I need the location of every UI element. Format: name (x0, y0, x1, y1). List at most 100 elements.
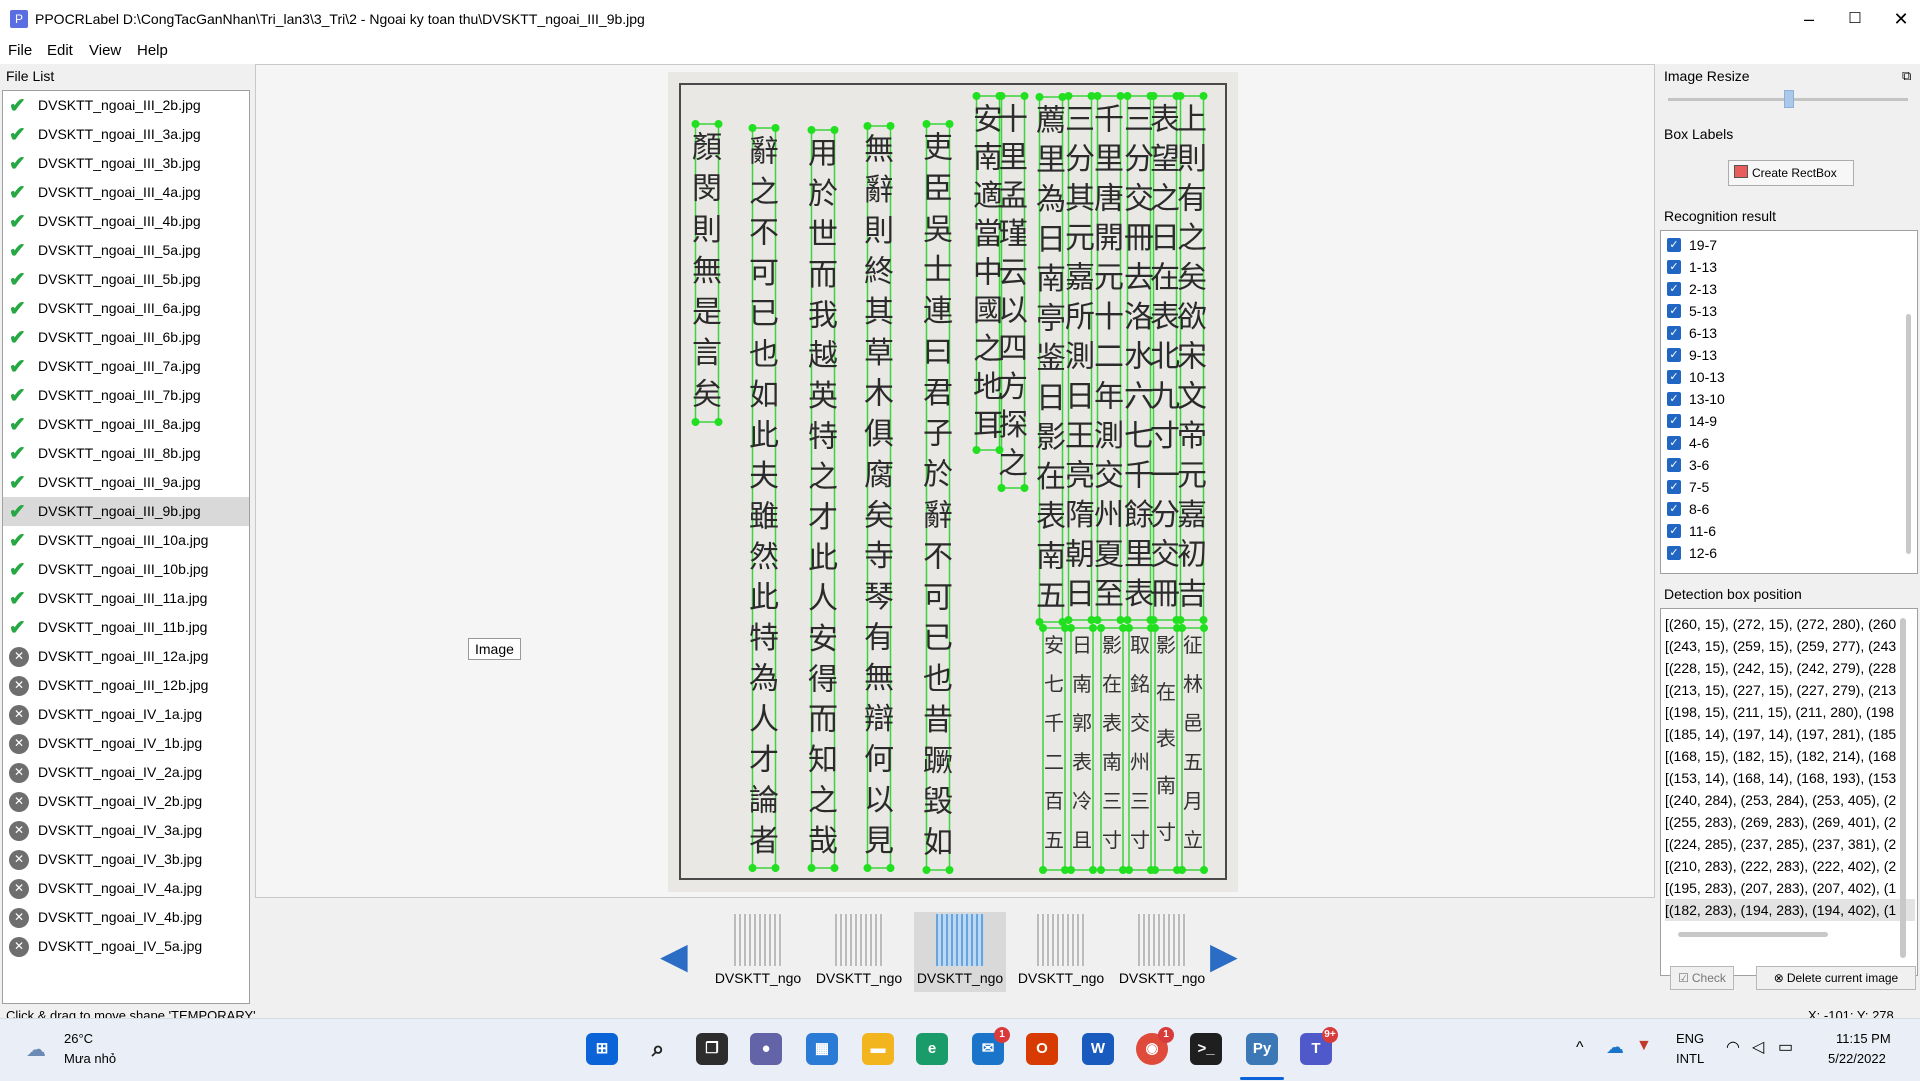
detection-item[interactable]: [(260, 15), (272, 15), (272, 280), (260 (1665, 613, 1915, 635)
file-list[interactable]: ✔ DVSKTT_ngoai_III_2b.jpg ✔ DVSKTT_ngoai_II… (2, 90, 250, 1004)
box-vertex[interactable] (995, 92, 1004, 100)
checkbox-checked-icon[interactable]: ✓ (1667, 458, 1681, 472)
checkbox-checked-icon[interactable]: ✓ (1667, 326, 1681, 340)
task-view-icon[interactable]: ❐ (696, 1033, 728, 1065)
box-vertex[interactable] (714, 120, 723, 128)
file-list-item[interactable]: ✔ DVSKTT_ngoai_III_3b.jpg (3, 149, 249, 178)
box-vertex[interactable] (886, 122, 895, 130)
box-vertex[interactable] (1116, 92, 1125, 100)
detection-box-list[interactable]: [(260, 15), (272, 15), (272, 280), (260[… (1660, 608, 1918, 976)
checkbox-checked-icon[interactable]: ✓ (1667, 282, 1681, 296)
detection-item[interactable]: [(224, 285), (237, 285), (237, 381), (2 (1665, 833, 1915, 855)
thumbnail[interactable]: DVSKTT_ngo (914, 912, 1006, 992)
file-list-item[interactable]: ✔ DVSKTT_ngoai_III_7a.jpg (3, 352, 249, 381)
onedrive-icon[interactable]: ☁ (1606, 1037, 1624, 1058)
box-vertex[interactable] (945, 866, 954, 874)
tray-app-icon[interactable]: ▼ (1636, 1037, 1652, 1055)
file-list-item[interactable]: ✔ DVSKTT_ngoai_III_2b.jpg (3, 91, 249, 120)
box-vertex[interactable] (807, 864, 816, 872)
close-button[interactable]: ✕ (1878, 0, 1920, 38)
detection-item[interactable]: [(182, 283), (194, 283), (194, 402), (1 (1665, 899, 1915, 921)
box-vertex[interactable] (922, 866, 931, 874)
checkbox-checked-icon[interactable]: ✓ (1667, 480, 1681, 494)
checkbox-checked-icon[interactable]: ✓ (1667, 392, 1681, 406)
edge-browser-icon[interactable]: e (916, 1033, 948, 1065)
box-vertex[interactable] (1097, 866, 1105, 874)
file-list-item[interactable]: ✔ DVSKTT_ngoai_III_6b.jpg (3, 323, 249, 352)
document-image[interactable]: 上則有之矣欲宋文帝元嘉初吉 表望之日在表北九寸一分交冊 三分交冊去洛水六七千餘里表千… (668, 72, 1238, 892)
checkbox-checked-icon[interactable]: ✓ (1667, 260, 1681, 274)
box-vertex[interactable] (1146, 92, 1155, 100)
box-vertex[interactable] (691, 120, 700, 128)
search-icon[interactable]: ⌕ (642, 1033, 674, 1065)
box-vertex[interactable] (1199, 92, 1208, 100)
detection-h-scrollbar[interactable] (1678, 932, 1828, 937)
battery-icon[interactable]: ▭ (1778, 1037, 1793, 1057)
file-list-item[interactable]: ✕ DVSKTT_ngoai_IV_3b.jpg (3, 845, 249, 874)
file-list-item[interactable]: ✕ DVSKTT_ngoai_IV_5a.jpg (3, 932, 249, 961)
box-vertex[interactable] (1146, 616, 1155, 624)
file-list-item[interactable]: ✔ DVSKTT_ngoai_III_10a.jpg (3, 526, 249, 555)
thumbnail[interactable]: DVSKTT_ngo (1015, 912, 1107, 992)
clock-time[interactable]: 11:15 PM (1836, 1031, 1891, 1046)
box-vertex[interactable] (807, 126, 816, 134)
teams-icon[interactable]: T 9+ (1300, 1027, 1338, 1065)
file-list-item[interactable]: ✔ DVSKTT_ngoai_III_9a.jpg (3, 468, 249, 497)
box-vertex[interactable] (830, 126, 839, 134)
box-vertex[interactable] (1039, 624, 1047, 632)
chrome-icon[interactable]: ◉ 1 (1136, 1027, 1174, 1065)
maximize-button[interactable]: ☐ (1832, 0, 1878, 38)
chat-icon[interactable]: ● (750, 1033, 782, 1065)
box-vertex[interactable] (1147, 866, 1155, 874)
checkbox-checked-icon[interactable]: ✓ (1667, 304, 1681, 318)
file-list-item[interactable]: ✕ DVSKTT_ngoai_IV_1b.jpg (3, 729, 249, 758)
file-list-item[interactable]: ✕ DVSKTT_ngoai_IV_4a.jpg (3, 874, 249, 903)
box-vertex[interactable] (1199, 616, 1208, 624)
recognition-scrollbar[interactable] (1906, 314, 1911, 554)
box-vertex[interactable] (1058, 93, 1067, 101)
box-vertex[interactable] (771, 864, 780, 872)
wifi-icon[interactable]: ◠ (1726, 1037, 1740, 1057)
box-vertex[interactable] (1200, 866, 1208, 874)
file-list-item[interactable]: ✕ DVSKTT_ngoai_IV_2a.jpg (3, 758, 249, 787)
tray-chevron-icon[interactable]: ^ (1576, 1039, 1584, 1057)
checkbox-checked-icon[interactable]: ✓ (1667, 414, 1681, 428)
file-list-item[interactable]: ✔ DVSKTT_ngoai_III_4a.jpg (3, 178, 249, 207)
box-vertex[interactable] (1020, 484, 1029, 492)
file-list-item[interactable]: ✔ DVSKTT_ngoai_III_10b.jpg (3, 555, 249, 584)
language-top[interactable]: ENG (1676, 1031, 1704, 1046)
box-vertex[interactable] (1123, 616, 1132, 624)
box-vertex[interactable] (1087, 92, 1096, 100)
box-vertex[interactable] (1039, 866, 1047, 874)
language-bottom[interactable]: INTL (1676, 1051, 1704, 1066)
volume-icon[interactable]: ◁ (1752, 1037, 1764, 1057)
box-vertex[interactable] (714, 418, 723, 426)
menu-help[interactable]: Help (137, 42, 168, 59)
file-list-item[interactable]: ✔ DVSKTT_ngoai_III_8b.jpg (3, 439, 249, 468)
file-list-item[interactable]: ✔ DVSKTT_ngoai_III_5a.jpg (3, 236, 249, 265)
detection-item[interactable]: [(240, 284), (253, 284), (253, 405), (2 (1665, 789, 1915, 811)
thumbnail[interactable]: DVSKTT_ngo (712, 912, 804, 992)
box-vertex[interactable] (1116, 616, 1125, 624)
checkbox-checked-icon[interactable]: ✓ (1667, 546, 1681, 560)
weather-icon[interactable]: ☁ (26, 1037, 46, 1062)
detection-item[interactable]: [(243, 15), (259, 15), (259, 277), (243 (1665, 635, 1915, 657)
box-vertex[interactable] (1119, 624, 1127, 632)
weather-temp[interactable]: 26°C (64, 1031, 93, 1046)
box-vertex[interactable] (886, 864, 895, 872)
thumbnail[interactable]: DVSKTT_ngo (813, 912, 905, 992)
detection-item[interactable]: [(213, 15), (227, 15), (227, 279), (213 (1665, 679, 1915, 701)
box-vertex[interactable] (863, 122, 872, 130)
file-list-item[interactable]: ✔ DVSKTT_ngoai_III_4b.jpg (3, 207, 249, 236)
detection-item[interactable]: [(168, 15), (182, 15), (182, 214), (168 (1665, 745, 1915, 767)
box-vertex[interactable] (748, 124, 757, 132)
box-vertex[interactable] (1173, 866, 1181, 874)
file-list-item[interactable]: ✕ DVSKTT_ngoai_III_12a.jpg (3, 642, 249, 671)
office-icon[interactable]: O (1026, 1033, 1058, 1065)
box-vertex[interactable] (1035, 93, 1044, 101)
file-list-item[interactable]: ✔ DVSKTT_ngoai_III_9b.jpg (3, 497, 249, 526)
create-rectbox-button[interactable]: Create RectBox (1728, 160, 1854, 186)
image-resize-slider-thumb[interactable] (1784, 90, 1794, 108)
box-vertex[interactable] (1172, 92, 1181, 100)
box-vertex[interactable] (972, 446, 981, 454)
